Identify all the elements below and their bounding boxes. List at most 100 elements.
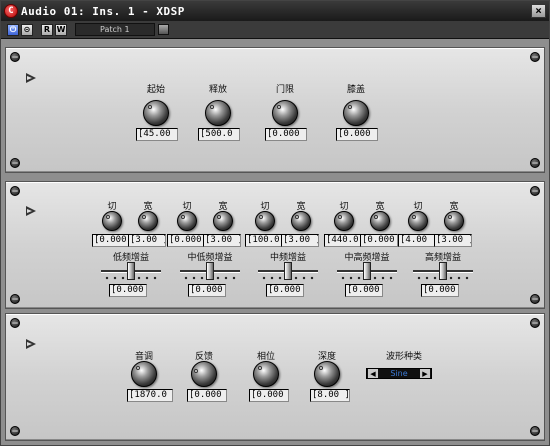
screw-icon (530, 426, 540, 436)
write-icon[interactable]: W (55, 23, 67, 36)
slider-thumb[interactable] (363, 262, 371, 280)
knob-indicator (106, 215, 111, 220)
next-arrow-icon[interactable]: ▶ (420, 369, 430, 378)
knob-indicator (338, 215, 343, 220)
knob-indicator (217, 215, 222, 220)
power-icon[interactable]: ⏻ (7, 23, 19, 36)
screw-icon (530, 318, 540, 328)
knob-indicator (148, 105, 153, 110)
value-field[interactable]: [0.000 ] (360, 234, 398, 247)
slider-thumb[interactable] (127, 262, 135, 280)
cutoff-knob[interactable] (408, 211, 428, 231)
control-label: 起始 (146, 85, 165, 95)
width-knob[interactable] (370, 211, 390, 231)
rotary-knob[interactable] (343, 100, 369, 126)
value-field[interactable]: [8.00 ] (310, 389, 350, 402)
gain-slider[interactable] (413, 262, 473, 282)
value-field[interactable]: [3.00 ] (434, 234, 472, 247)
expand-arrow-icon[interactable] (26, 206, 36, 216)
expand-arrow-icon[interactable] (26, 73, 36, 83)
value-field[interactable]: [3.00 ] (281, 234, 319, 247)
patch-menu-button[interactable] (158, 24, 169, 35)
rotary-knob[interactable] (191, 361, 217, 387)
width-knob[interactable] (291, 211, 311, 231)
value-field[interactable]: [0.000 ] (421, 284, 459, 297)
knob-indicator (142, 215, 147, 220)
value-field[interactable]: [440.0 ] (324, 234, 362, 247)
dynamics-panel: 起始 [45.00 ] 释放 [500.0 ] 门限 [0.000 ] 膝盖 [0.000 ] (5, 47, 545, 173)
gain-slider[interactable] (337, 262, 397, 282)
value-field[interactable]: [4.00 ] (398, 234, 436, 247)
knob-indicator (412, 215, 417, 220)
cutoff-knob[interactable] (177, 211, 197, 231)
app-icon: C (4, 4, 18, 18)
gain-slider[interactable] (180, 262, 240, 282)
close-button[interactable]: × (531, 4, 546, 18)
slider-thumb[interactable] (284, 262, 292, 280)
knob-indicator (448, 215, 453, 220)
screw-icon (530, 52, 540, 62)
value-field[interactable]: [0.000 ] (92, 234, 130, 247)
expand-arrow-icon[interactable] (26, 339, 36, 349)
value-field[interactable]: [0.000 ] (336, 128, 378, 141)
value-field[interactable]: [0.000 ] (249, 389, 289, 402)
rotary-knob[interactable] (131, 361, 157, 387)
prev-arrow-icon[interactable]: ◀ (368, 369, 378, 378)
width-knob[interactable] (213, 211, 233, 231)
value-field[interactable]: [0.000 ] (109, 284, 147, 297)
rotary-knob[interactable] (253, 361, 279, 387)
control-label: 膝盖 (346, 85, 365, 95)
value-field[interactable]: [0.000 ] (187, 389, 227, 402)
rotary-knob[interactable] (272, 100, 298, 126)
control-label: 门限 (275, 85, 294, 95)
cutoff-knob[interactable] (102, 211, 122, 231)
knob-indicator (259, 215, 264, 220)
patch-name-field[interactable]: Patch 1 (75, 23, 155, 36)
rotary-knob[interactable] (205, 100, 231, 126)
eq-panel: 切[0.000 ]宽[3.00 ]切[0.000 ]宽[3.00 ]切[100.… (5, 181, 545, 309)
knob-indicator (374, 215, 379, 220)
waveform-selector[interactable]: ◀ Sine ▶ (366, 368, 432, 379)
cutoff-knob[interactable] (255, 211, 275, 231)
knob-indicator (277, 105, 282, 110)
width-knob[interactable] (138, 211, 158, 231)
value-field[interactable]: [3.00 ] (128, 234, 166, 247)
knob-indicator (136, 366, 141, 371)
bypass-icon[interactable]: ⊝ (21, 23, 33, 36)
slider-thumb[interactable] (206, 262, 214, 280)
width-knob[interactable] (444, 211, 464, 231)
value-field[interactable]: [3.00 ] (203, 234, 241, 247)
value-field[interactable]: [100.0 ] (245, 234, 283, 247)
value-field[interactable]: [0.000 ] (345, 284, 383, 297)
window-title: Audio 01: Ins. 1 - XDSP (21, 4, 185, 18)
modulation-panel: 音调[1870.0 ]反馈[0.000 ]相位[0.000 ]深度[8.00 ]… (5, 313, 545, 441)
screw-icon (10, 158, 20, 168)
rotary-knob[interactable] (143, 100, 169, 126)
knob-indicator (319, 366, 324, 371)
title-bar: C Audio 01: Ins. 1 - XDSP × (1, 1, 549, 21)
value-field[interactable]: [0.000 ] (188, 284, 226, 297)
slider-thumb[interactable] (439, 262, 447, 280)
screw-icon (10, 52, 20, 62)
value-field[interactable]: [0.000 ] (265, 128, 307, 141)
value-field[interactable]: [0.000 ] (167, 234, 205, 247)
screw-icon (530, 158, 540, 168)
knob-indicator (348, 105, 353, 110)
cutoff-knob[interactable] (334, 211, 354, 231)
value-field[interactable]: [45.00 ] (136, 128, 178, 141)
value-field[interactable]: [500.0 ] (198, 128, 240, 141)
gain-slider[interactable] (258, 262, 318, 282)
value-field[interactable]: [1870.0 ] (127, 389, 173, 402)
knob-indicator (210, 105, 215, 110)
screw-icon (10, 318, 20, 328)
screw-icon (530, 186, 540, 196)
read-icon[interactable]: R (41, 23, 53, 36)
rotary-knob[interactable] (314, 361, 340, 387)
waveform-label: 波形种类 (385, 352, 422, 362)
gain-slider[interactable] (101, 262, 161, 282)
screw-icon (10, 426, 20, 436)
control-label: 释放 (208, 85, 227, 95)
knob-indicator (181, 215, 186, 220)
toolbar: ⏻ ⊝ R W Patch 1 (1, 21, 549, 39)
value-field[interactable]: [0.000 ] (266, 284, 304, 297)
